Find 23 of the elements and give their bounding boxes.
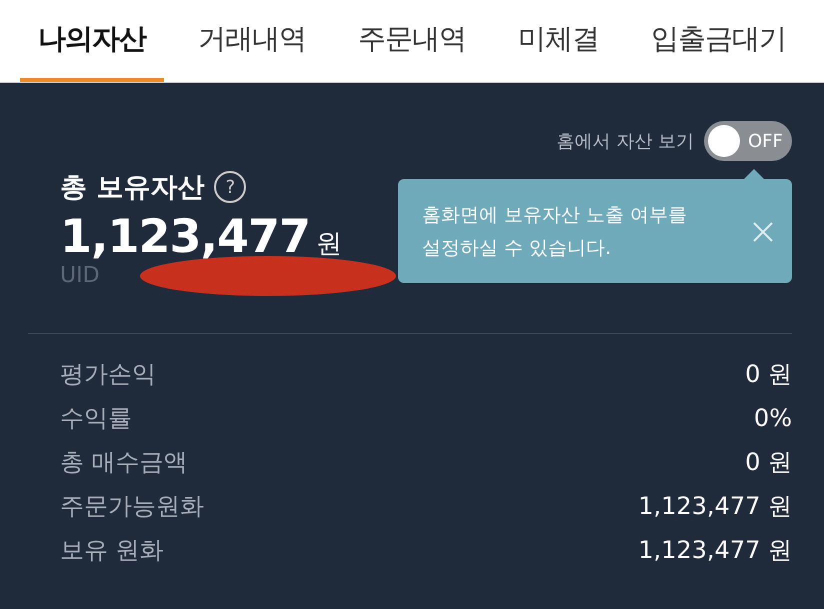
tab[interactable]: 미체결 xyxy=(500,0,617,82)
row-label: 수익률 xyxy=(60,403,132,434)
uid-label: UID xyxy=(60,263,100,288)
row-value: 0 원 xyxy=(745,359,792,390)
row-label: 주문가능원화 xyxy=(60,491,204,522)
row-value: 1,123,477 원 xyxy=(638,535,792,566)
help-icon[interactable]: ? xyxy=(214,171,246,203)
tab[interactable]: 주문내역 xyxy=(340,0,484,82)
total-title: 총 보유자산 xyxy=(60,171,204,205)
tooltip-text: 홈화면에 보유자산 노출 여부를 설정하실 수 있습니다. xyxy=(422,203,688,261)
tab[interactable]: 입출금대기 xyxy=(633,0,804,82)
currency-unit: 원 xyxy=(316,228,342,261)
row-label: 평가손익 xyxy=(60,359,156,390)
close-icon[interactable] xyxy=(752,221,774,243)
row-label: 총 매수금액 xyxy=(60,447,188,478)
total-amount: 1,123,477 xyxy=(60,209,310,263)
row-label: 보유 원화 xyxy=(60,535,164,566)
row-value: 1,123,477 원 xyxy=(638,491,792,522)
row-value: 0% xyxy=(754,404,792,432)
toggle-label: 홈에서 자산 보기 xyxy=(556,130,694,153)
tab[interactable]: 나의자산 xyxy=(20,0,164,82)
row-value: 0 원 xyxy=(745,447,792,478)
tab[interactable]: 거래내역 xyxy=(180,0,324,82)
